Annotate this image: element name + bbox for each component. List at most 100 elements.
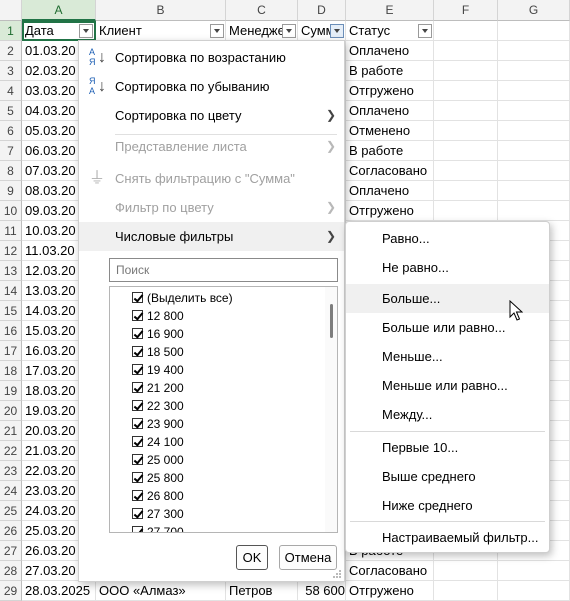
checkbox-checked-icon[interactable] (132, 490, 143, 501)
value-checkbox-item[interactable]: 22 300 (132, 397, 184, 415)
cell[interactable]: Оплачено (346, 181, 434, 201)
column-header-f[interactable]: F (434, 0, 498, 21)
row-header[interactable]: 18 (0, 361, 22, 381)
row-header[interactable]: 3 (0, 61, 22, 81)
row-header[interactable]: 4 (0, 81, 22, 101)
row-header[interactable]: 25 (0, 501, 22, 521)
row-header[interactable]: 16 (0, 321, 22, 341)
cell[interactable]: 58 600 (298, 581, 346, 601)
cell[interactable] (434, 81, 498, 101)
cell[interactable] (498, 101, 570, 121)
row-header[interactable]: 7 (0, 141, 22, 161)
filter-less-equal-item[interactable]: Меньше или равно... (346, 371, 549, 400)
checkbox-checked-icon[interactable] (132, 382, 143, 393)
filter-dropdown-button-c[interactable] (282, 24, 296, 38)
cell[interactable]: В работе (346, 141, 434, 161)
cell-b1[interactable]: Клиент (96, 21, 226, 41)
cell[interactable]: Оплачено (346, 101, 434, 121)
value-checkbox-item[interactable]: 27 300 (132, 505, 184, 523)
checkbox-checked-icon[interactable] (132, 436, 143, 447)
row-header[interactable]: 20 (0, 401, 22, 421)
scrollbar-thumb[interactable] (330, 304, 333, 338)
value-checkbox-item[interactable]: 18 500 (132, 343, 184, 361)
checkbox-checked-icon[interactable] (132, 526, 143, 532)
checkbox-checked-icon[interactable] (132, 418, 143, 429)
row-header[interactable]: 6 (0, 121, 22, 141)
cell[interactable] (434, 561, 498, 581)
checkbox-checked-icon[interactable] (132, 292, 143, 303)
values-checklist[interactable]: (Выделить все) 12 800 16 900 18 500 19 400 21… (109, 286, 338, 533)
checkbox-checked-icon[interactable] (132, 328, 143, 339)
checkbox-checked-icon[interactable] (132, 400, 143, 411)
filter-top10-item[interactable]: Первые 10... (346, 433, 549, 462)
cell[interactable] (434, 161, 498, 181)
row-header[interactable]: 27 (0, 541, 22, 561)
column-header-g[interactable]: G (498, 0, 570, 21)
value-checkbox-item[interactable]: 24 100 (132, 433, 184, 451)
checkbox-checked-icon[interactable] (132, 346, 143, 357)
value-checkbox-item[interactable]: 21 200 (132, 379, 184, 397)
value-checkbox-item[interactable]: 26 800 (132, 487, 184, 505)
row-header[interactable]: 10 (0, 201, 22, 221)
cell[interactable] (498, 41, 570, 61)
cell[interactable]: Согласовано (346, 561, 434, 581)
number-filters-item[interactable]: Числовые фильтры ❯ (79, 222, 344, 251)
filter-not-equal-item[interactable]: Не равно... (346, 253, 549, 282)
value-checkbox-item[interactable]: 12 800 (132, 307, 184, 325)
cell[interactable] (498, 141, 570, 161)
filter-dropdown-button-d[interactable] (330, 24, 344, 38)
cell[interactable]: Оплачено (346, 41, 434, 61)
row-header[interactable]: 29 (0, 581, 22, 601)
column-header-d[interactable]: D (298, 0, 346, 21)
row-header[interactable]: 22 (0, 441, 22, 461)
cell[interactable] (498, 201, 570, 221)
sort-by-color-item[interactable]: Сортировка по цвету ❯ (79, 101, 344, 130)
row-header[interactable]: 13 (0, 261, 22, 281)
row-header[interactable]: 2 (0, 41, 22, 61)
cell[interactable] (434, 41, 498, 61)
cell[interactable]: Согласовано (346, 161, 434, 181)
row-header[interactable]: 14 (0, 281, 22, 301)
column-header-c[interactable]: C (226, 0, 298, 21)
cell[interactable] (434, 101, 498, 121)
value-checkbox-item[interactable]: 27 700 (132, 523, 184, 532)
cell[interactable]: ООО «Алмаз» (96, 581, 226, 601)
cell[interactable] (498, 161, 570, 181)
value-checkbox-item[interactable]: 16 900 (132, 325, 184, 343)
checkbox-checked-icon[interactable] (132, 310, 143, 321)
row-header[interactable]: 23 (0, 461, 22, 481)
value-checkbox-item[interactable]: 23 900 (132, 415, 184, 433)
cell[interactable] (434, 201, 498, 221)
cell[interactable]: Отгружено (346, 81, 434, 101)
column-header-e[interactable]: E (346, 0, 434, 21)
row-header[interactable]: 17 (0, 341, 22, 361)
column-header-a[interactable]: A (22, 0, 96, 21)
cell[interactable] (498, 61, 570, 81)
select-all-corner[interactable] (0, 0, 22, 21)
cell[interactable] (434, 121, 498, 141)
cell[interactable] (498, 81, 570, 101)
row-header[interactable]: 19 (0, 381, 22, 401)
cell[interactable] (434, 581, 498, 601)
filter-above-average-item[interactable]: Выше среднего (346, 462, 549, 491)
cell-g1[interactable] (498, 21, 570, 41)
row-header[interactable]: 1 (0, 21, 22, 41)
value-checkbox-item[interactable]: 19 400 (132, 361, 184, 379)
checkbox-checked-icon[interactable] (132, 508, 143, 519)
cell[interactable] (434, 141, 498, 161)
cell[interactable]: Петров (226, 581, 298, 601)
column-header-b[interactable]: B (96, 0, 226, 21)
checkbox-checked-icon[interactable] (132, 364, 143, 375)
row-header[interactable]: 5 (0, 101, 22, 121)
cancel-button[interactable]: Отмена (279, 545, 337, 570)
filter-less-item[interactable]: Меньше... (346, 342, 549, 371)
row-header[interactable]: 15 (0, 301, 22, 321)
sort-descending-item[interactable]: Я А ↓ Сортировка по убыванию (79, 72, 344, 101)
checkbox-checked-icon[interactable] (132, 472, 143, 483)
cell[interactable]: 28.03.2025 (22, 581, 96, 601)
sort-ascending-item[interactable]: А Я ↓ Сортировка по возрастанию (79, 43, 344, 72)
value-checkbox-item[interactable]: 25 800 (132, 469, 184, 487)
filter-equals-item[interactable]: Равно... (346, 224, 549, 253)
value-checkbox-item[interactable]: 25 000 (132, 451, 184, 469)
filter-between-item[interactable]: Между... (346, 400, 549, 429)
